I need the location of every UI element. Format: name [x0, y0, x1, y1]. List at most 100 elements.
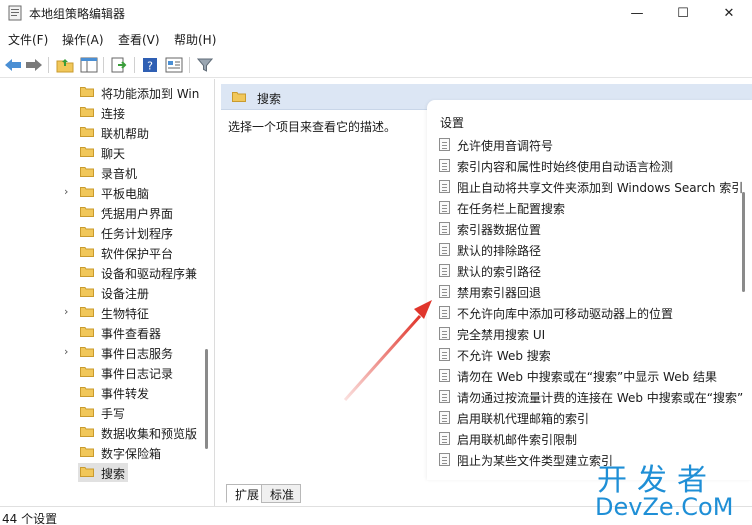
- tree-item[interactable]: › 生物特征: [0, 302, 200, 322]
- folder-icon: [80, 427, 94, 437]
- settings-list[interactable]: 设置 允许使用音调符号 索引内容和属性时始终使用自动语言检测阻止自动将共享文件夹添…: [427, 100, 752, 480]
- watermark-line2: DevZe.CoM: [595, 493, 734, 521]
- folder-icon: [80, 347, 94, 357]
- setting-row[interactable]: 不允许 Web 搜索: [439, 345, 749, 365]
- tree-item-label: 平板电脑: [101, 187, 150, 201]
- settings-column-header[interactable]: 设置: [440, 114, 464, 131]
- policy-setting-icon: [439, 369, 450, 382]
- tree-item[interactable]: 聊天: [0, 142, 200, 162]
- folder-icon: [80, 247, 94, 257]
- setting-row[interactable]: 不允许向库中添加可移动驱动器上的位置: [439, 303, 749, 323]
- policy-setting-icon: [439, 201, 450, 214]
- folder-icon: [80, 167, 94, 177]
- folder-icon: [80, 367, 94, 377]
- show-hide-tree-icon[interactable]: [80, 56, 98, 74]
- policy-setting-icon: [439, 285, 450, 298]
- export-list-icon[interactable]: [110, 56, 128, 74]
- menu-file[interactable]: 文件(F): [8, 31, 48, 48]
- chevron-right-icon[interactable]: ›: [64, 345, 74, 359]
- tab-expanded[interactable]: 扩展: [226, 484, 267, 503]
- tree-item[interactable]: 联机帮助: [0, 122, 200, 142]
- filter-icon[interactable]: [196, 56, 214, 74]
- tree-item-label: 事件日志服务: [101, 347, 174, 361]
- chevron-right-icon[interactable]: ›: [64, 305, 74, 319]
- tree-item-label: 联机帮助: [101, 127, 150, 141]
- up-folder-icon[interactable]: [56, 56, 74, 74]
- setting-label: 请勿在 Web 中搜索或在“搜索”中显示 Web 结果: [457, 370, 718, 384]
- tree-item[interactable]: 搜索: [0, 462, 200, 482]
- setting-row[interactable]: 启用联机邮件索引限制: [439, 429, 749, 449]
- setting-row[interactable]: 请勿在 Web 中搜索或在“搜索”中显示 Web 结果: [439, 366, 749, 386]
- policy-setting-icon: [439, 306, 450, 319]
- help-icon[interactable]: ?: [141, 56, 159, 74]
- close-button[interactable]: ✕: [706, 0, 752, 26]
- policy-setting-icon: [439, 159, 450, 172]
- tree-item[interactable]: 录音机: [0, 162, 200, 182]
- tree-item[interactable]: › 平板电脑: [0, 182, 200, 202]
- setting-row[interactable]: 默认的索引路径: [439, 261, 749, 281]
- setting-label: 阻止自动将共享文件夹添加到 Windows Search 索引: [457, 181, 744, 195]
- setting-row[interactable]: 索引内容和属性时始终使用自动语言检测: [439, 156, 749, 176]
- setting-label: 完全禁用搜索 UI: [457, 328, 546, 342]
- tree-item[interactable]: 设备注册: [0, 282, 200, 302]
- tab-standard[interactable]: 标准: [261, 484, 302, 503]
- tree-item[interactable]: › 事件日志服务: [0, 342, 200, 362]
- setting-row[interactable]: 完全禁用搜索 UI: [439, 324, 749, 344]
- forward-arrow-icon[interactable]: [25, 56, 43, 74]
- watermark-logo: 开发者 DevZe.CoM: [595, 455, 752, 525]
- description-area: 选择一个项目来查看它的描述。: [221, 110, 427, 484]
- folder-icon: [80, 307, 94, 317]
- tree-item[interactable]: 连接: [0, 102, 200, 122]
- tree-item[interactable]: 数字保险箱: [0, 442, 200, 462]
- setting-label: 阻止为某些文件类型建立索引: [457, 454, 614, 468]
- tree-item-label: 录音机: [101, 167, 138, 181]
- setting-label: 启用联机代理邮箱的索引: [457, 412, 590, 426]
- tree-item[interactable]: 事件转发: [0, 382, 200, 402]
- folder-icon: [232, 92, 246, 102]
- menu-view[interactable]: 查看(V): [118, 31, 160, 48]
- setting-row[interactable]: 请勿通过按流量计费的连接在 Web 中搜索或在“搜索”: [439, 387, 749, 407]
- folder-icon: [80, 187, 94, 197]
- setting-row[interactable]: 启用联机代理邮箱的索引: [439, 408, 749, 428]
- tree-item[interactable]: 设备和驱动程序兼: [0, 262, 200, 282]
- maximize-button[interactable]: ☐: [660, 0, 706, 26]
- tree-item-label: 将功能添加到 Win: [101, 87, 200, 101]
- window-title: 本地组策略编辑器: [29, 7, 126, 21]
- policy-setting-icon: [439, 453, 450, 466]
- tree-item-label: 凭据用户界面: [101, 207, 174, 221]
- policy-setting-icon: [439, 348, 450, 361]
- tree-item[interactable]: 事件查看器: [0, 322, 200, 342]
- tree-item-label: 事件转发: [101, 387, 150, 401]
- setting-label: 不允许 Web 搜索: [457, 349, 551, 363]
- menu-help[interactable]: 帮助(H): [174, 31, 216, 48]
- folder-icon: [80, 87, 94, 97]
- setting-row[interactable]: 索引器数据位置: [439, 219, 749, 239]
- folder-icon: [80, 147, 94, 157]
- policy-setting-icon: [439, 390, 450, 403]
- tree-item-label: 设备注册: [101, 287, 150, 301]
- tree-item[interactable]: 事件日志记录: [0, 362, 200, 382]
- tree-item-label: 事件查看器: [101, 327, 162, 341]
- setting-row[interactable]: 禁用索引器回退: [439, 282, 749, 302]
- setting-row[interactable]: 允许使用音调符号: [439, 135, 749, 155]
- menu-action[interactable]: 操作(A): [62, 31, 104, 48]
- tree-scrollbar[interactable]: [205, 349, 208, 449]
- minimize-button[interactable]: —: [614, 0, 660, 26]
- setting-label: 禁用索引器回退: [457, 286, 542, 300]
- tree-item[interactable]: 软件保护平台: [0, 242, 200, 262]
- folder-icon: [80, 267, 94, 277]
- tree-item[interactable]: 将功能添加到 Win: [0, 82, 200, 102]
- navigation-tree[interactable]: 将功能添加到 Win 连接联机帮助 聊天录音机 › 平板电脑凭据用户界面 任务计划程序软件…: [0, 79, 215, 509]
- setting-row[interactable]: 阻止自动将共享文件夹添加到 Windows Search 索引: [439, 177, 749, 197]
- tree-item[interactable]: 手写: [0, 402, 200, 422]
- setting-row[interactable]: 默认的排除路径: [439, 240, 749, 260]
- tree-item[interactable]: 任务计划程序: [0, 222, 200, 242]
- chevron-right-icon[interactable]: ›: [64, 185, 74, 199]
- back-arrow-icon[interactable]: [4, 56, 22, 74]
- tree-item[interactable]: 数据收集和预览版: [0, 422, 200, 442]
- description-text: 选择一个项目来查看它的描述。: [228, 120, 397, 134]
- tree-item-label: 软件保护平台: [101, 247, 174, 261]
- properties-icon[interactable]: [165, 56, 183, 74]
- setting-row[interactable]: 在任务栏上配置搜索: [439, 198, 749, 218]
- tree-item[interactable]: 凭据用户界面: [0, 202, 200, 222]
